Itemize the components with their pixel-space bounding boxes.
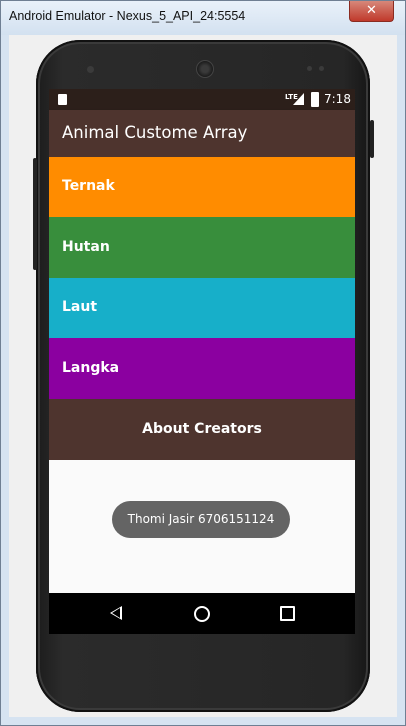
sd-card-icon xyxy=(58,94,67,105)
toast-message: Thomi Jasir 6706151124 xyxy=(112,501,290,538)
list-item-label: Langka xyxy=(62,360,120,376)
close-button[interactable]: ✕ xyxy=(349,1,394,22)
list-item-label: Ternak xyxy=(62,178,115,194)
phone-screen: LTE 7:18 Animal Custome Array Ternak Hut… xyxy=(49,89,355,634)
recent-apps-icon[interactable] xyxy=(280,606,295,621)
list-item-label: Hutan xyxy=(62,239,110,255)
window-titlebar[interactable]: Android Emulator - Nexus_5_API_24:5554 ✕ xyxy=(1,1,405,35)
battery-icon xyxy=(311,92,319,107)
list-item-label: Laut xyxy=(62,299,98,315)
list-item-hutan[interactable]: Hutan xyxy=(49,217,355,278)
list-item-langka[interactable]: Langka xyxy=(49,338,355,399)
back-icon[interactable] xyxy=(110,606,122,620)
navigation-bar xyxy=(49,593,355,634)
volume-button[interactable] xyxy=(33,158,37,270)
list-item-laut[interactable]: Laut xyxy=(49,278,355,338)
status-bar: LTE 7:18 xyxy=(49,89,355,110)
app-title: Animal Custome Array xyxy=(62,123,248,142)
signal-icon xyxy=(293,93,304,105)
close-icon: ✕ xyxy=(366,3,377,18)
power-button[interactable] xyxy=(370,120,374,158)
home-icon[interactable] xyxy=(194,606,210,622)
app-bar: Animal Custome Array xyxy=(49,110,355,157)
front-camera-icon xyxy=(87,66,94,73)
list-item-ternak[interactable]: Ternak xyxy=(49,157,355,217)
sensor-icon xyxy=(319,66,324,71)
about-creators-button[interactable]: About Creators xyxy=(49,399,355,460)
window-title: Android Emulator - Nexus_5_API_24:5554 xyxy=(9,9,246,23)
earpiece-speaker-icon xyxy=(196,60,214,78)
status-time: 7:18 xyxy=(324,92,351,106)
sensor-icon xyxy=(307,66,312,71)
